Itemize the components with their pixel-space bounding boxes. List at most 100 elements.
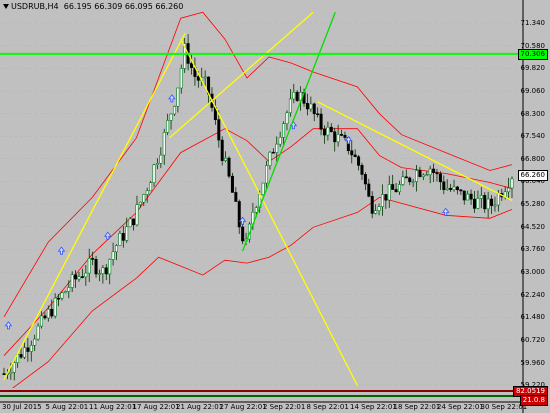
candle-body bbox=[425, 174, 429, 177]
candle-body bbox=[292, 91, 296, 100]
symbol-ohlc-header: USDRUB,H4 66.195 66.309 66.095 66.260 bbox=[3, 2, 183, 11]
candle-body bbox=[217, 119, 221, 141]
candle-body bbox=[360, 165, 364, 175]
candle-body bbox=[377, 206, 381, 211]
candle-body bbox=[309, 103, 313, 110]
candle-body bbox=[142, 194, 146, 203]
candle-body bbox=[125, 226, 129, 241]
candle-body bbox=[353, 154, 357, 157]
candle-body bbox=[169, 113, 173, 121]
candle-body bbox=[132, 218, 136, 226]
time-tick-label: 14 Sep 22:01 bbox=[350, 403, 397, 411]
candle-body bbox=[483, 195, 487, 210]
candle-body bbox=[94, 259, 98, 275]
candle-body bbox=[74, 274, 78, 280]
candle-body bbox=[33, 338, 37, 346]
symbol-label: USDRUB,H4 bbox=[11, 2, 59, 11]
candle-body bbox=[336, 134, 340, 143]
candle-body bbox=[237, 201, 241, 228]
candle-body bbox=[70, 274, 74, 288]
candle-body bbox=[278, 136, 282, 145]
candle-body bbox=[2, 373, 6, 375]
candle-body bbox=[455, 186, 459, 191]
candle-body bbox=[340, 134, 344, 136]
candle-body bbox=[490, 198, 494, 206]
candle-body bbox=[418, 170, 422, 177]
ohlc-values: 66.195 66.309 66.095 66.260 bbox=[63, 2, 184, 11]
price-tick-label: 67.540 bbox=[520, 132, 546, 141]
candle-body bbox=[155, 163, 159, 166]
candle-body bbox=[227, 157, 231, 177]
chart-canvas[interactable] bbox=[0, 0, 550, 413]
candle-body bbox=[329, 126, 333, 132]
price-tick-label: 63.000 bbox=[520, 268, 546, 277]
candle-body bbox=[476, 198, 480, 209]
candle-body bbox=[421, 174, 425, 177]
candle-body bbox=[404, 176, 408, 179]
candle-body bbox=[367, 183, 371, 197]
candle-body bbox=[449, 187, 453, 190]
candle-body bbox=[305, 103, 309, 110]
price-tick-label: 62.240 bbox=[520, 290, 546, 299]
candle-body bbox=[322, 128, 326, 136]
price-tick-label: 69.820 bbox=[520, 64, 546, 73]
candle-body bbox=[411, 181, 415, 183]
price-tick-label: 63.760 bbox=[520, 245, 546, 254]
candle-body bbox=[462, 190, 466, 201]
candle-body bbox=[128, 218, 132, 228]
candle-body bbox=[384, 194, 388, 201]
candle-body bbox=[29, 344, 33, 352]
candle-body bbox=[496, 193, 500, 206]
candle-body bbox=[316, 113, 320, 116]
candle-body bbox=[285, 112, 289, 124]
candle-body bbox=[445, 187, 449, 190]
candle-body bbox=[295, 91, 299, 101]
time-tick-label: 17 Aug 22:01 bbox=[132, 403, 180, 411]
candle-body bbox=[138, 201, 142, 205]
candle-body bbox=[135, 204, 139, 226]
candle-body bbox=[152, 164, 156, 183]
candle-body bbox=[149, 182, 153, 192]
time-tick-label: 18 Sep 22:01 bbox=[393, 403, 441, 411]
time-tick-label: 2 Sep 22:01 bbox=[263, 403, 306, 411]
candle-body bbox=[408, 177, 412, 183]
price-tick-label: 64.520 bbox=[520, 222, 546, 231]
candle-body bbox=[510, 178, 514, 189]
candle-body bbox=[469, 193, 473, 200]
price-tick-label: 60.720 bbox=[520, 336, 546, 345]
candle-body bbox=[9, 371, 13, 375]
time-tick-label: 21 Aug 22:01 bbox=[176, 403, 224, 411]
candle-body bbox=[350, 150, 354, 156]
candle-body bbox=[162, 132, 166, 156]
candle-body bbox=[53, 297, 57, 317]
candle-body bbox=[179, 68, 183, 89]
candle-body bbox=[46, 308, 50, 319]
dropdown-triangle-icon bbox=[3, 4, 9, 9]
candle-body bbox=[101, 267, 105, 274]
candle-body bbox=[97, 273, 101, 275]
candle-body bbox=[438, 173, 442, 183]
candle-body bbox=[466, 193, 470, 201]
candle-body bbox=[387, 184, 391, 201]
indicator-subwindow bbox=[0, 388, 523, 401]
indicator-value-tag-2: 21.0.8 bbox=[519, 395, 548, 406]
candle-body bbox=[77, 276, 81, 280]
price-tick-label: 61.480 bbox=[520, 313, 546, 322]
candle-body bbox=[159, 154, 163, 164]
candle-body bbox=[190, 63, 194, 68]
candle-body bbox=[370, 195, 374, 214]
candle-body bbox=[104, 267, 108, 275]
time-tick-label: 27 Aug 22:01 bbox=[219, 403, 267, 411]
candle-body bbox=[176, 87, 180, 107]
time-tick-label: 5 Aug 22:01 bbox=[45, 403, 89, 411]
candle-body bbox=[394, 189, 398, 193]
candle-body bbox=[363, 174, 367, 185]
candle-body bbox=[479, 195, 483, 199]
candle-body bbox=[26, 347, 30, 352]
candle-body bbox=[271, 151, 275, 154]
candle-body bbox=[319, 113, 323, 130]
candle-body bbox=[435, 172, 439, 175]
candle-body bbox=[19, 354, 23, 358]
candle-body bbox=[80, 276, 84, 278]
candle-body bbox=[118, 233, 122, 246]
